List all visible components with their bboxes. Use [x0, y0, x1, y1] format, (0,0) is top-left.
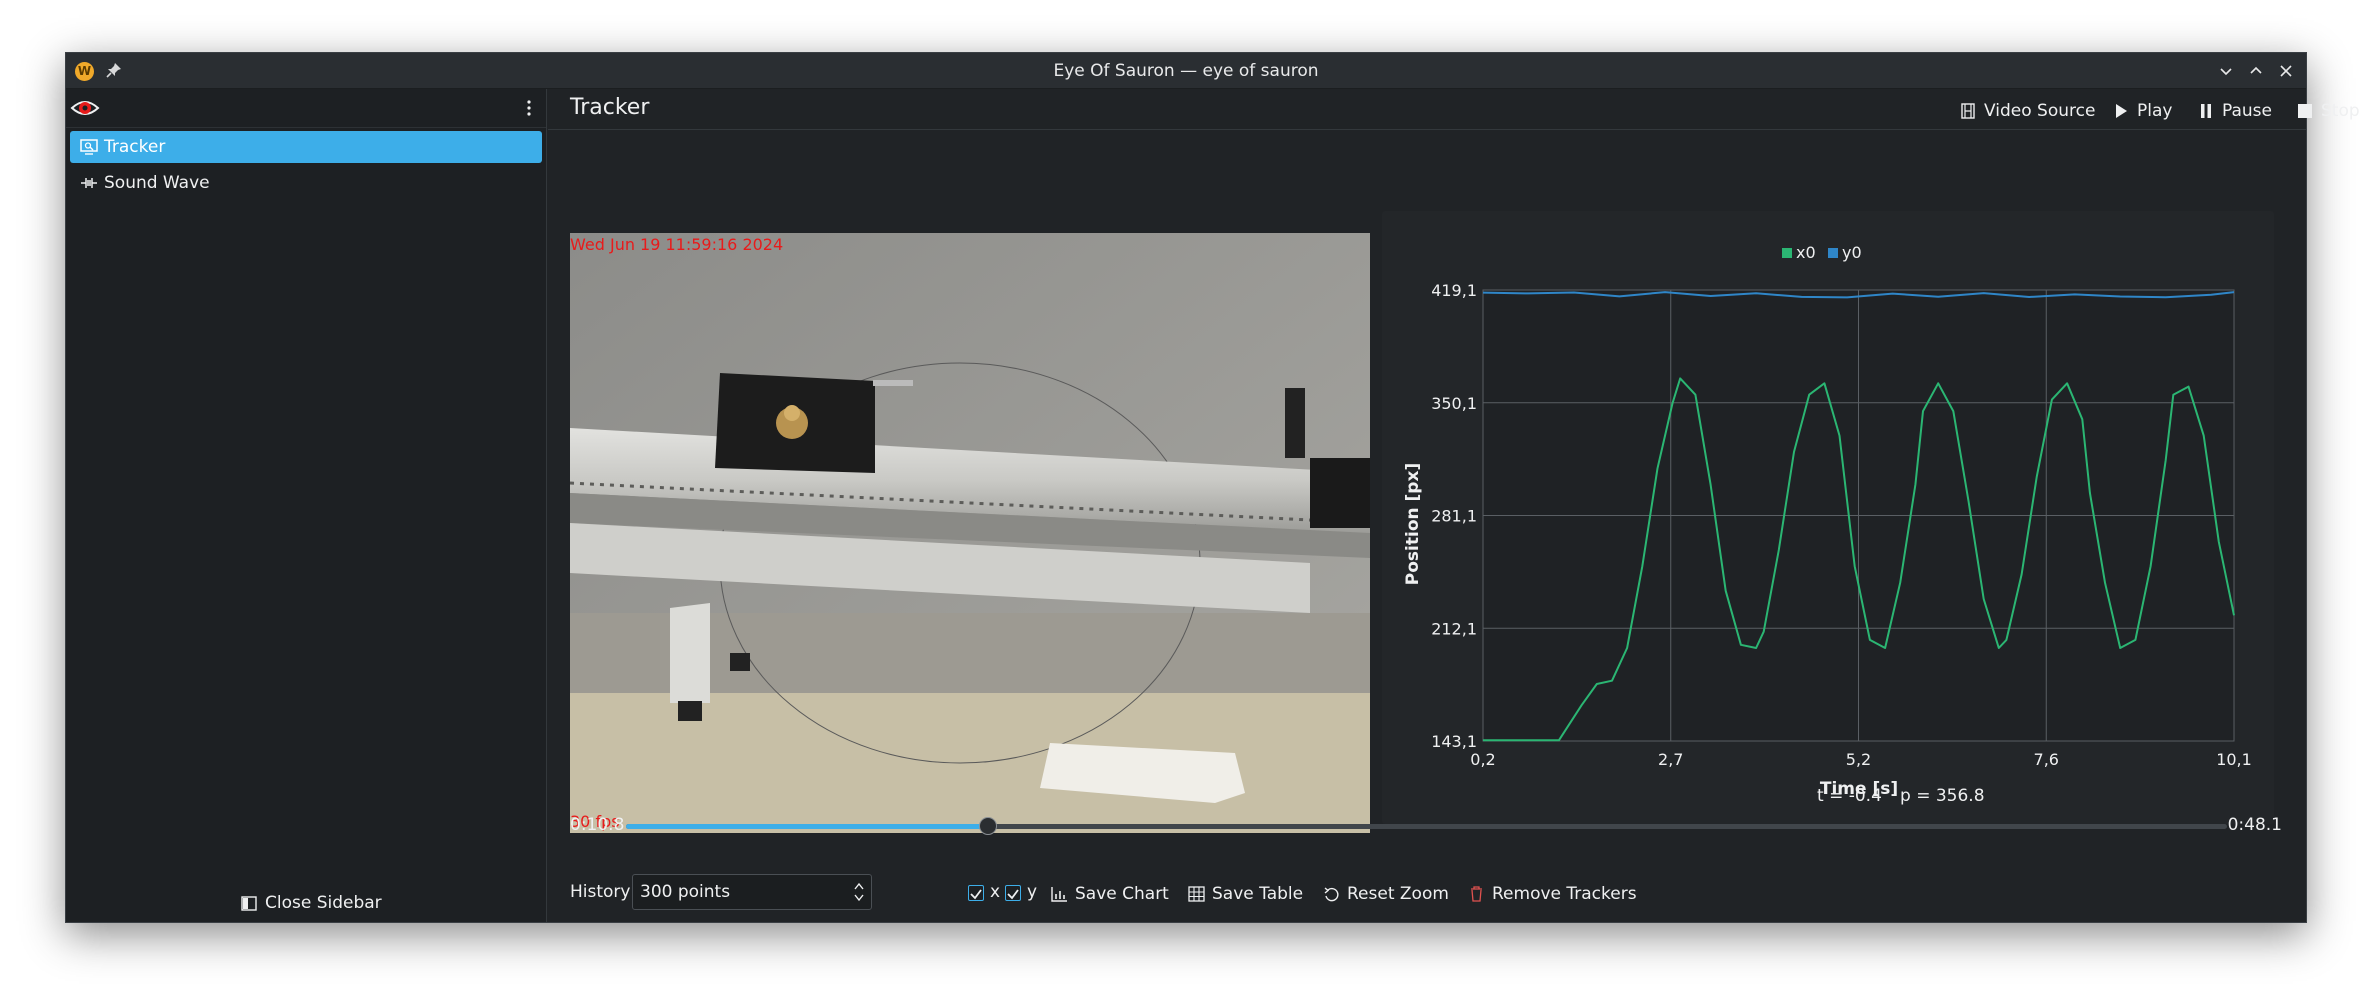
video-timestamp: Wed Jun 19 11:59:16 2024 — [570, 235, 784, 254]
sidebar-item-sound-wave[interactable]: Sound Wave — [70, 167, 542, 199]
tracker-icon — [80, 139, 98, 155]
sidebar-collapse-icon — [241, 896, 257, 911]
header-divider — [548, 129, 2306, 130]
window-title: Eye Of Sauron — eye of sauron — [1053, 61, 1319, 81]
undo-icon — [1324, 887, 1339, 902]
position-chart[interactable]: 0,2 2,7 5,2 7,6 10,1 143,1 212,1 281,1 350,1 419,… — [1382, 211, 2274, 824]
sidebar-item-tracker[interactable]: Tracker — [70, 131, 542, 163]
total-time: 0:48.1 — [2227, 815, 2282, 835]
y-tick-label: 281,1 — [1431, 507, 1477, 526]
minimize-icon[interactable] — [2216, 61, 2236, 81]
x-checkbox-label: x — [990, 882, 1001, 902]
timeline-slider[interactable] — [626, 817, 2227, 835]
save-table-label: Save Table — [1212, 884, 1304, 904]
close-sidebar-button[interactable]: Close Sidebar — [241, 888, 382, 918]
readout-time: t = -0.4 — [1817, 786, 1882, 806]
video-source-label: Video Source — [1984, 101, 2096, 121]
readout-position: p = 356.8 — [1900, 786, 1985, 806]
y-tick-label: 350,1 — [1431, 394, 1477, 413]
timeline-progress — [626, 824, 988, 829]
y-tick-label: 419,1 — [1431, 281, 1477, 300]
chart-icon — [1051, 887, 1067, 902]
page-title: Tracker — [570, 95, 650, 120]
x-tick-label: 5,2 — [1846, 750, 1871, 769]
play-button[interactable]: Play — [2113, 99, 2172, 123]
stop-button[interactable]: Stop — [2297, 99, 2360, 123]
x-tick-label: 0,2 — [1470, 750, 1495, 769]
play-icon — [2116, 104, 2127, 118]
chart-canvas: 0,2 2,7 5,2 7,6 10,1 143,1 212,1 281,1 350,1 419,… — [1403, 243, 2252, 799]
remove-trackers-button[interactable]: Remove Trackers — [1468, 882, 1637, 906]
y-axis-label: Position [px] — [1403, 463, 1423, 585]
sidebar-menu-icon[interactable] — [526, 99, 532, 117]
current-time: 0:10.8 — [570, 815, 625, 835]
timeline-handle[interactable] — [978, 817, 997, 835]
remove-trackers-label: Remove Trackers — [1492, 884, 1637, 904]
sound-wave-icon — [81, 178, 97, 188]
film-icon — [1961, 103, 1975, 119]
table-icon — [1188, 886, 1205, 902]
video-frame[interactable]: Wed Jun 19 11:59:16 2024 30 fps — [570, 233, 1370, 833]
pause-icon — [2201, 104, 2211, 118]
y-checkbox[interactable] — [1005, 885, 1021, 901]
stop-icon — [2298, 104, 2312, 118]
x-tick-label: 7,6 — [2034, 750, 2059, 769]
checkmark-icon — [970, 889, 982, 900]
title-bar: W Eye Of Sauron — eye of sauron — [66, 53, 2306, 89]
stop-label: Stop — [2321, 101, 2360, 121]
sidebar-header — [66, 89, 546, 128]
main-content: Tracker Video Source Play Pause Stop Wed… — [548, 89, 2360, 922]
checkmark-icon — [1007, 889, 1019, 900]
legend-label-x0: x0 — [1796, 243, 1816, 262]
play-label: Play — [2137, 101, 2173, 121]
video-image — [570, 233, 1370, 833]
reset-zoom-button[interactable]: Reset Zoom — [1323, 882, 1449, 906]
reset-zoom-label: Reset Zoom — [1347, 884, 1449, 904]
maximize-icon[interactable] — [2246, 61, 2266, 81]
y-tick-label: 143,1 — [1431, 732, 1477, 751]
history-value: 300 points — [640, 882, 731, 902]
eye-icon — [70, 101, 100, 115]
legend-swatch-y0 — [1828, 248, 1838, 258]
legend-label-y0: y0 — [1842, 243, 1862, 262]
pause-button[interactable]: Pause — [2198, 99, 2272, 123]
sidebar-item-label: Tracker — [104, 137, 166, 157]
history-label: History — [570, 882, 631, 902]
legend-swatch-x0 — [1782, 248, 1792, 258]
save-chart-button[interactable]: Save Chart — [1051, 882, 1169, 906]
video-source-button[interactable]: Video Source — [1960, 99, 2095, 123]
save-table-button[interactable]: Save Table — [1188, 882, 1303, 906]
pause-label: Pause — [2222, 101, 2272, 121]
spin-arrows-icon[interactable] — [853, 881, 865, 903]
x-tick-label: 10,1 — [2216, 750, 2252, 769]
history-spinbox[interactable]: 300 points — [632, 874, 872, 910]
app-window: W Eye Of Sauron — eye of sauron Tracker … — [65, 52, 2360, 923]
save-chart-label: Save Chart — [1075, 884, 1169, 904]
close-icon[interactable] — [2276, 61, 2296, 81]
trash-icon — [1471, 886, 1482, 902]
y-checkbox-label: y — [1027, 882, 1038, 902]
close-sidebar-label: Close Sidebar — [265, 893, 382, 913]
sidebar: Tracker Sound Wave Close Sidebar — [66, 89, 547, 922]
x-tick-label: 2,7 — [1658, 750, 1683, 769]
sidebar-item-label: Sound Wave — [104, 173, 210, 193]
y-tick-label: 212,1 — [1431, 619, 1477, 638]
x-checkbox[interactable] — [968, 885, 984, 901]
